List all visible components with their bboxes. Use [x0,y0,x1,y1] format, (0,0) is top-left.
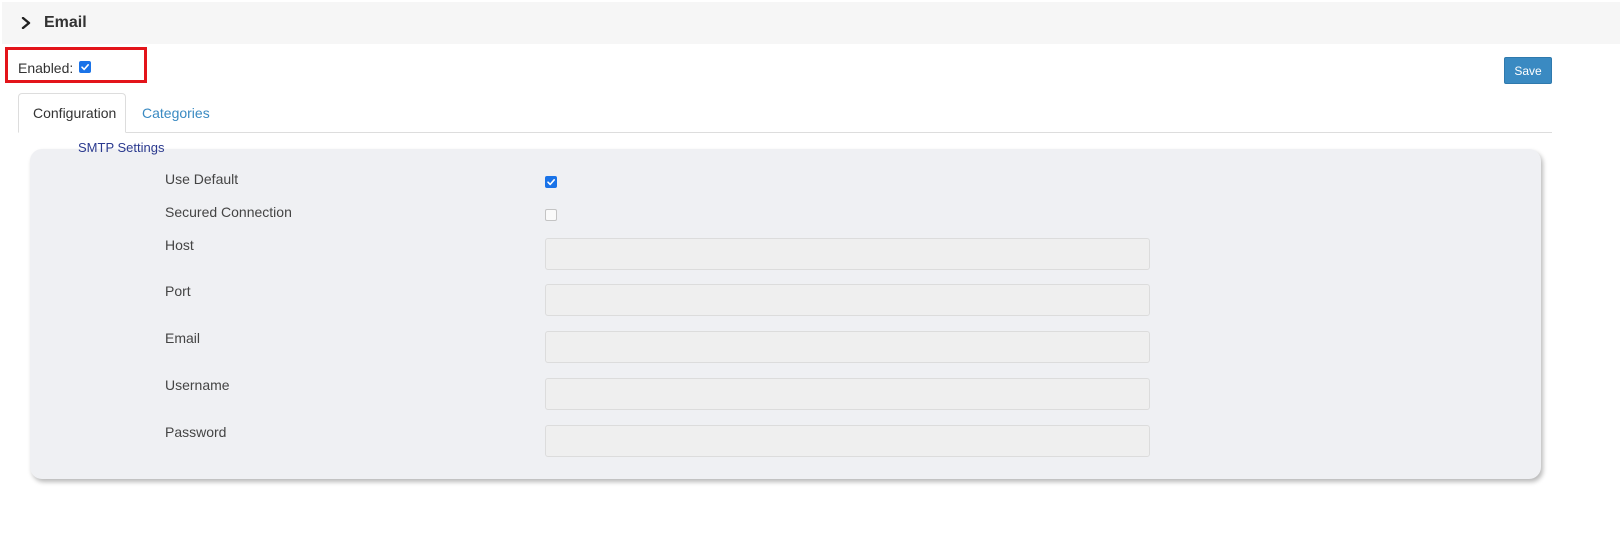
section-title: Email [44,14,87,31]
port-input[interactable] [545,284,1150,316]
tab-configuration[interactable]: Configuration [18,93,126,133]
enabled-row: Enabled: [18,60,92,76]
tab-categories[interactable]: Categories [128,93,224,132]
enabled-label: Enabled: [18,60,74,76]
password-label: Password [165,424,227,440]
email-settings-page: Email Enabled: Save Configuration Catego… [0,0,1622,533]
email-label: Email [165,330,201,346]
secured-connection-label: Secured Connection [165,204,292,220]
checkmark-icon [81,64,90,71]
password-input[interactable] [545,425,1150,457]
chevron-right-icon[interactable] [20,17,32,29]
secured-connection-checkbox[interactable] [545,209,557,221]
port-label: Port [165,283,191,299]
use-default-label: Use Default [165,171,239,187]
email-input[interactable] [545,331,1150,363]
checkmark-icon [547,179,555,186]
save-button[interactable]: Save [1504,57,1552,84]
use-default-checkbox[interactable] [545,176,557,188]
tab-bar: Configuration Categories [18,93,1552,133]
username-input[interactable] [545,378,1150,410]
smtp-settings-legend: SMTP Settings [78,140,165,155]
host-input[interactable] [545,238,1150,270]
host-label: Host [165,237,194,253]
username-label: Username [165,377,230,393]
section-header[interactable]: Email [2,2,1620,44]
enabled-checkbox[interactable] [79,61,92,73]
